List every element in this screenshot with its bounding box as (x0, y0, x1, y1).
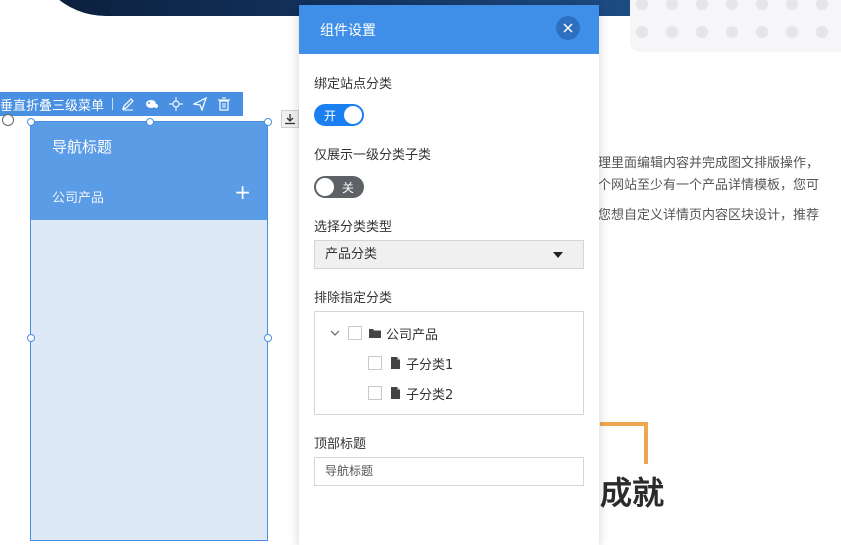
trash-icon[interactable] (217, 97, 231, 111)
file-icon (388, 386, 402, 400)
close-icon (563, 23, 573, 33)
send-icon[interactable] (193, 97, 207, 111)
chevron-down-icon[interactable] (330, 329, 340, 337)
decorative-dot-pattern (630, 0, 841, 52)
tree-checkbox[interactable] (368, 386, 382, 400)
bind-category-label: 绑定站点分类 (314, 77, 393, 92)
caret-down-icon (553, 252, 563, 258)
tree-checkbox[interactable] (348, 326, 362, 340)
decorative-bracket (600, 422, 648, 464)
tree-checkbox[interactable] (368, 356, 382, 370)
category-tree: 公司产品 子分类1 子分类2 (314, 311, 584, 415)
category-type-label: 选择分类类型 (314, 220, 393, 235)
resize-handle[interactable] (146, 118, 154, 126)
resize-handle[interactable] (264, 334, 272, 342)
panel-title: 组件设置 (320, 22, 376, 39)
tree-node-label: 子分类1 (406, 357, 454, 373)
background-paragraph-line: 果您想自定义详情页内容区块设计，推荐 (585, 208, 820, 223)
toggle-text: 关 (341, 181, 354, 195)
component-name: 垂直折叠三级菜单 (0, 98, 105, 114)
anchor-handle[interactable] (2, 114, 14, 126)
toggle-knob (344, 106, 362, 124)
move-icon[interactable] (169, 97, 184, 111)
folder-icon (368, 326, 382, 340)
tree-node-label: 公司产品 (386, 327, 439, 343)
close-button[interactable] (556, 16, 580, 40)
first-level-only-toggle[interactable]: 关 (314, 176, 364, 198)
resize-handle[interactable] (27, 334, 35, 342)
nav-menu-item[interactable]: 公司产品 (52, 187, 104, 206)
resize-handle[interactable] (264, 118, 272, 126)
top-title-label: 顶部标题 (314, 437, 367, 452)
expand-plus-icon[interactable]: + (234, 182, 251, 202)
toggle-text: 开 (324, 109, 337, 123)
toggle-knob (316, 178, 334, 196)
first-level-only-label: 仅展示一级分类子类 (314, 148, 432, 163)
background-paragraph-line: 一个网站至少有一个产品详情模板，您可 (585, 178, 820, 193)
tree-node-child: 子分类1 (368, 353, 453, 373)
style-icon[interactable] (145, 97, 159, 111)
top-title-input[interactable]: 导航标题 (314, 457, 584, 486)
component-settings-panel: 组件设置 绑定站点分类 开 仅展示一级分类子类 关 选择分类类型 产品分类 排除… (299, 5, 599, 545)
file-icon (388, 356, 402, 370)
bind-category-toggle[interactable]: 开 (314, 104, 364, 126)
category-type-value: 产品分类 (325, 247, 378, 262)
download-icon (285, 114, 295, 125)
section-heading: 成就 (600, 474, 665, 512)
download-button[interactable] (281, 110, 299, 128)
edit-icon[interactable] (121, 97, 135, 111)
category-type-select[interactable]: 产品分类 (314, 240, 584, 269)
panel-header: 组件设置 (299, 5, 599, 54)
tree-node-child: 子分类2 (368, 383, 453, 403)
component-toolbar: 垂直折叠三级菜单 (0, 92, 243, 116)
toolbar-divider (112, 98, 114, 110)
background-paragraph-line: 管理里面编辑内容并完成图文排版操作， (585, 156, 820, 171)
nav-menu-title: 导航标题 (52, 138, 113, 156)
tree-node-label: 子分类2 (406, 387, 454, 403)
nav-menu-widget[interactable]: 导航标题 公司产品 + (30, 121, 268, 541)
tree-node-parent: 公司产品 (330, 323, 438, 343)
resize-handle[interactable] (27, 118, 35, 126)
exclude-category-label: 排除指定分类 (314, 291, 393, 306)
